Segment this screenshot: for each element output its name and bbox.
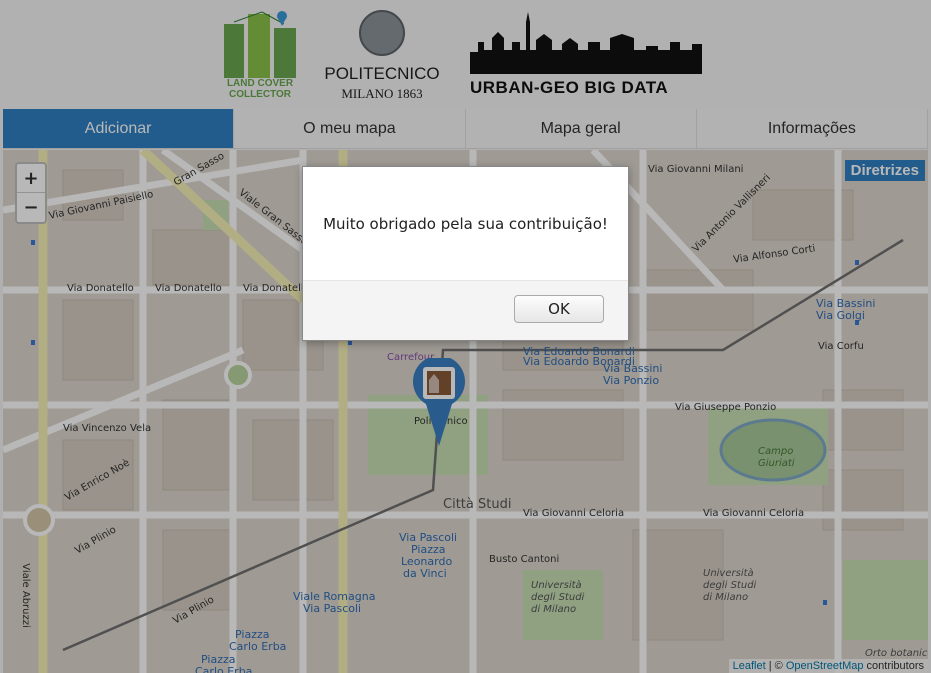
dialog-message: Muito obrigado pela sua contribuição! xyxy=(303,167,628,281)
app-page: LAND COVER COLLECTOR POLITECNICO MILANO … xyxy=(0,0,931,673)
confirmation-dialog: Muito obrigado pela sua contribuição! OK xyxy=(302,166,629,341)
ok-button[interactable]: OK xyxy=(514,295,604,323)
dialog-footer: OK xyxy=(303,281,628,340)
